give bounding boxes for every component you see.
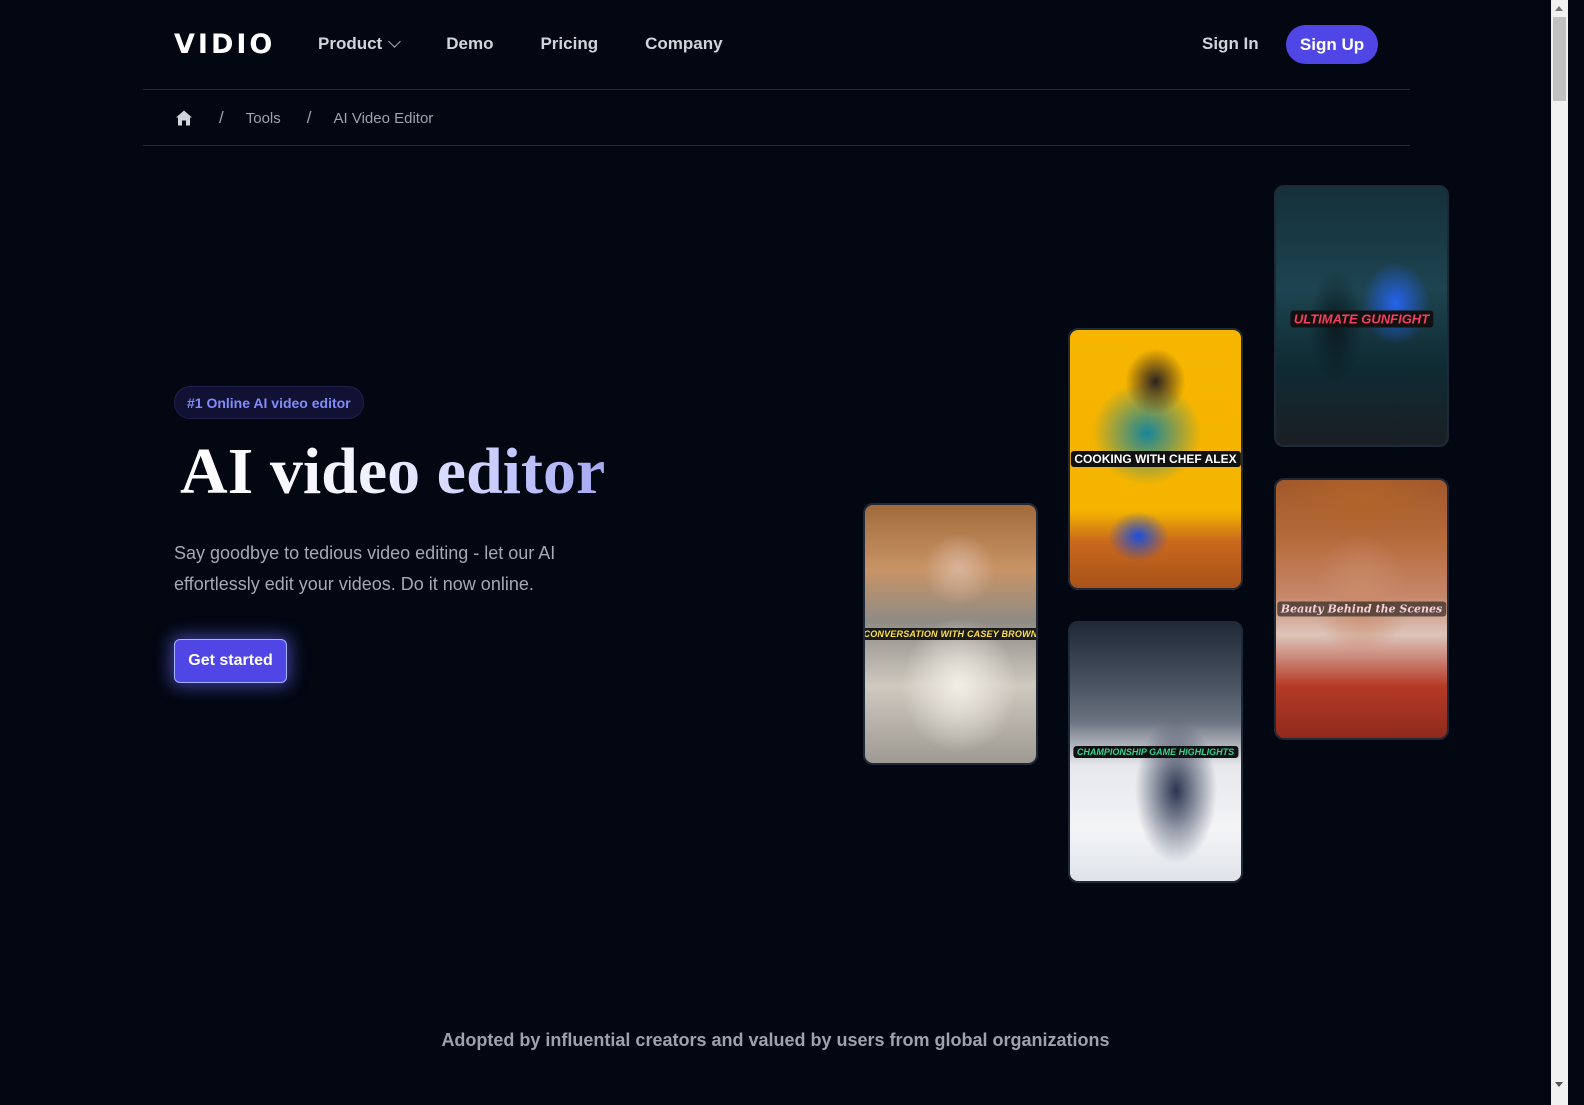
nav-pricing[interactable]: Pricing	[540, 34, 598, 54]
breadcrumb-separator: /	[219, 108, 224, 127]
nav-links: Product Demo Pricing Company	[318, 34, 770, 54]
adopted-by-text: Adopted by influential creators and valu…	[441, 1030, 1110, 1050]
get-started-button[interactable]: Get started	[174, 639, 287, 683]
hero-title: AI video editor	[180, 435, 606, 508]
vertical-scrollbar[interactable]	[1551, 0, 1568, 1105]
sign-up-button[interactable]: Sign Up	[1286, 25, 1378, 64]
video-caption: CONVERSATION WITH CASEY BROWN	[865, 628, 1036, 640]
video-card-cooking[interactable]: COOKING WITH CHEF ALEX	[1068, 328, 1243, 590]
video-card-podcast[interactable]: CONVERSATION WITH CASEY BROWN	[863, 503, 1038, 765]
nav-product-label: Product	[318, 34, 383, 53]
top-nav: VIDIO Product Demo Pricing Company Sign …	[143, 0, 1410, 90]
breadcrumb: / Tools / AI Video Editor	[143, 90, 1410, 146]
video-card-beauty[interactable]: Beauty Behind the Scenes	[1274, 478, 1449, 740]
home-icon[interactable]	[175, 109, 193, 127]
scroll-up-arrow-icon[interactable]	[1555, 6, 1563, 11]
nav-company[interactable]: Company	[645, 34, 722, 54]
video-caption: COOKING WITH CHEF ALEX	[1070, 451, 1241, 467]
page: VIDIO Product Demo Pricing Company Sign …	[0, 0, 1551, 1105]
breadcrumb-tools[interactable]: Tools	[246, 110, 281, 127]
video-caption: CHAMPIONSHIP GAME HIGHLIGHTS	[1072, 746, 1239, 758]
video-card-hockey[interactable]: CHAMPIONSHIP GAME HIGHLIGHTS	[1068, 621, 1243, 883]
video-caption: Beauty Behind the Scenes	[1276, 601, 1447, 617]
logo[interactable]: VIDIO	[174, 29, 275, 60]
sign-in-link[interactable]: Sign In	[1202, 34, 1259, 54]
nav-product[interactable]: Product	[318, 34, 402, 54]
breadcrumb-separator: /	[306, 108, 312, 127]
breadcrumb-current: AI Video Editor	[333, 109, 434, 127]
hero-badge: #1 Online AI video editor	[174, 386, 364, 419]
breadcrumb-row: / Tools / AI Video Editor	[175, 108, 433, 128]
scroll-down-arrow-icon[interactable]	[1555, 1082, 1563, 1087]
hero-subtitle: Say goodbye to tedious video editing - l…	[174, 543, 556, 594]
nav-demo[interactable]: Demo	[446, 34, 493, 54]
scrollbar-thumb[interactable]	[1553, 17, 1566, 101]
video-caption: ULTIMATE GUNFIGHT	[1289, 310, 1434, 328]
chevron-down-icon	[388, 35, 402, 48]
video-card-gaming[interactable]: ULTIMATE GUNFIGHT	[1274, 185, 1449, 447]
